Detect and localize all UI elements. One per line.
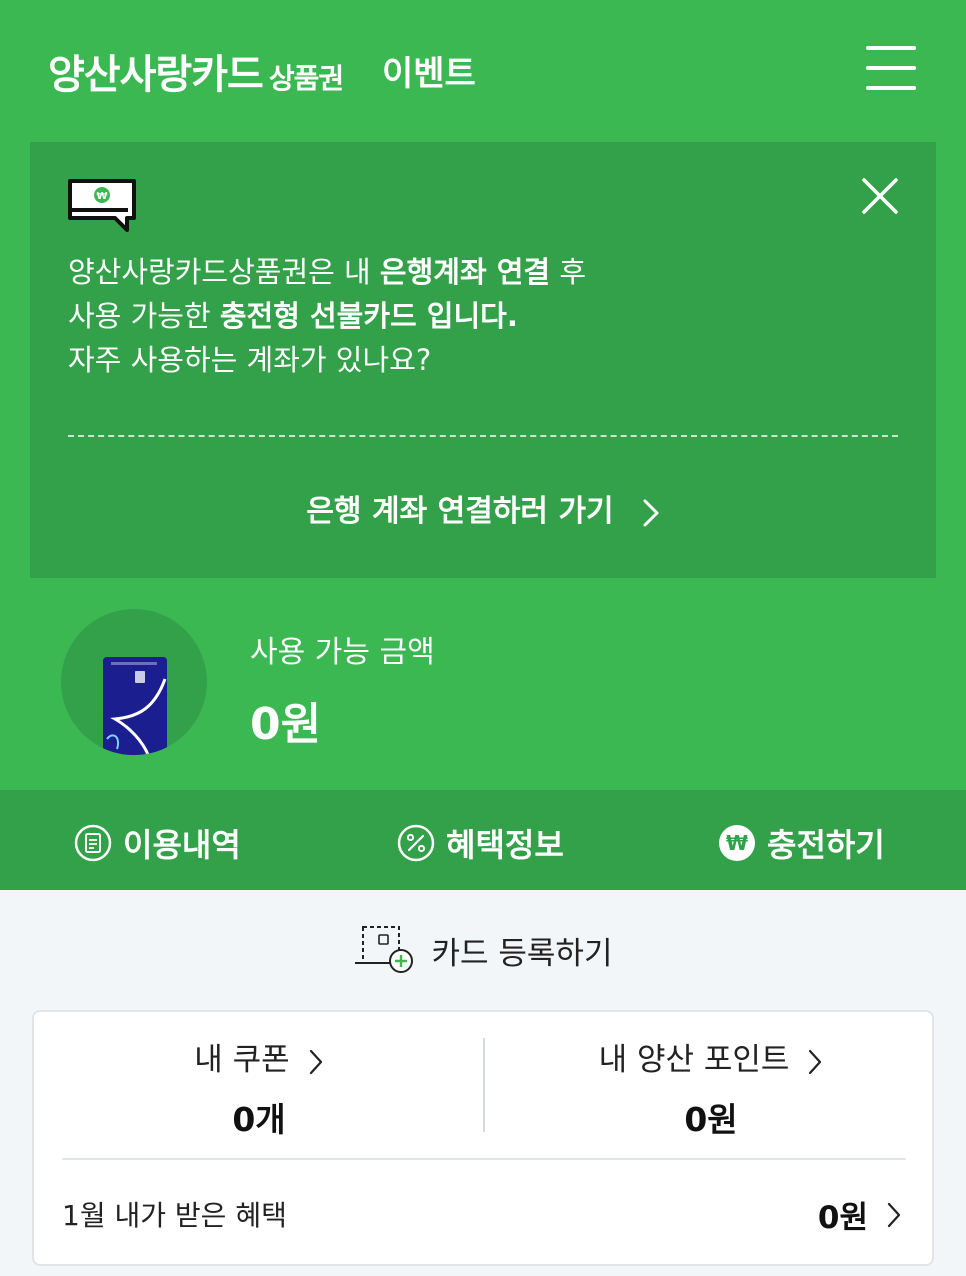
vertical-divider [483,1038,485,1132]
bank-link-notice: ₩ 양산사랑카드상품권은 내 은행계좌 연결 후 사용 가능한 충전형 선불카드… [30,142,936,578]
dashed-divider [68,435,898,437]
benefit-label: 혜택정보 [446,826,564,864]
message-won-icon: ₩ [68,179,136,232]
point-title: 내 양산 포인트 [486,1034,936,1079]
notice-line-1: 양산사랑카드상품권은 내 은행계좌 연결 후 [68,255,587,289]
notice-line-3: 자주 사용하는 계좌가 있나요? [68,343,432,377]
my-coupon[interactable]: 내 쿠폰 0개 [34,1034,484,1141]
hamburger-menu-icon[interactable] [866,46,920,92]
notice-text: 양산사랑카드상품권은 내 은행계좌 연결 후 사용 가능한 충전형 선불카드 입… [68,250,888,382]
brand-logo[interactable]: 양산사랑카드 상품권 [48,42,344,100]
coupon-count: 0개 [232,1100,286,1139]
add-card-icon [354,926,413,973]
monthly-benefit-value: 0원 [817,1200,868,1236]
chevron-right-icon [643,499,659,526]
register-card-button[interactable]: 카드 등록하기 [0,920,966,980]
event-tab[interactable]: 이벤트 [382,46,476,95]
history-button[interactable]: 이용내역 [73,820,241,866]
chevron-right-icon [887,1202,901,1227]
notice-line-2: 사용 가능한 충전형 선불카드 입니다. [68,299,518,333]
receipt-icon [74,824,112,862]
card-thumbnail[interactable] [61,609,207,755]
history-label: 이용내역 [123,826,241,864]
app-header: 양산사랑카드 상품권 이벤트 [0,0,966,140]
brand-name: 양산사랑카드 [48,52,264,98]
top-section: 양산사랑카드 상품권 이벤트 ₩ 양산사랑카드상품권은 내 은행계좌 연결 후 사… [0,0,966,890]
benefit-button[interactable]: 혜택정보 [396,820,564,866]
balance-value: 0원 [250,699,322,750]
balance-area: 사용 가능 금액 0원 [0,600,966,790]
point-amount: 0원 [684,1100,738,1139]
chevron-right-icon [309,1049,322,1074]
bank-link-label: 은행 계좌 연결하러 가기 [306,494,614,529]
close-icon[interactable] [860,176,900,216]
svg-text:₩: ₩ [726,831,748,855]
brand-sub: 상품권 [268,62,344,95]
action-bar: 이용내역 혜택정보 ₩ 충전하기 [0,790,966,890]
svg-text:₩: ₩ [96,191,107,202]
charge-label: 충전하기 [767,826,885,864]
charge-button[interactable]: ₩ 충전하기 [717,820,885,866]
benefit-summary-card: 내 쿠폰 0개 내 양산 포인트 0원 1월 내가 받은 혜택 0원 [32,1010,934,1266]
my-point[interactable]: 내 양산 포인트 0원 [486,1034,936,1141]
card-image [103,657,167,755]
bank-link-button[interactable]: 은행 계좌 연결하러 가기 [30,486,936,530]
percent-icon [397,824,435,862]
register-card-label: 카드 등록하기 [431,935,613,972]
chevron-right-icon [809,1049,822,1074]
monthly-benefit-button[interactable]: 0원 [818,1192,902,1237]
won-coin-icon: ₩ [719,825,755,861]
monthly-benefit-label: 1월 내가 받은 혜택 [62,1199,287,1232]
coupon-title: 내 쿠폰 [34,1034,484,1079]
balance-label: 사용 가능 금액 [250,635,435,670]
horizontal-divider [62,1158,906,1160]
